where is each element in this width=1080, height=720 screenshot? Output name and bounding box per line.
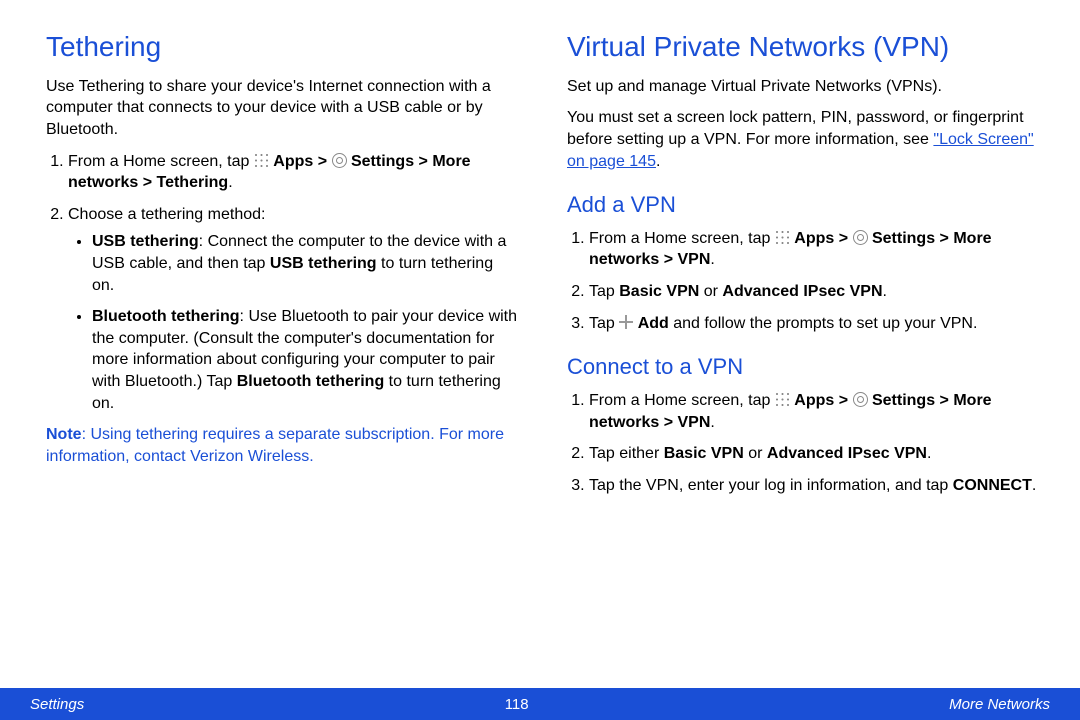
text: . xyxy=(656,153,660,170)
settings-gear-icon xyxy=(332,153,347,168)
text: Tap the VPN, enter your log in informati… xyxy=(589,477,953,494)
apps-grid-icon xyxy=(775,392,790,407)
text-bold: Advanced IPsec VPN xyxy=(767,445,927,462)
heading-add-vpn: Add a VPN xyxy=(567,190,1040,220)
text: Tap either xyxy=(589,445,664,462)
tethering-step-1: From a Home screen, tap Apps > Settings … xyxy=(68,151,519,194)
connect-vpn-step-3: Tap the VPN, enter your log in informati… xyxy=(589,475,1040,497)
bluetooth-tethering-label: Bluetooth tethering xyxy=(92,308,240,325)
text: Tap xyxy=(589,283,619,300)
page-body: Tethering Use Tethering to share your de… xyxy=(0,0,1080,688)
add-vpn-step-1: From a Home screen, tap Apps > Settings … xyxy=(589,228,1040,271)
page-footer: Settings 118 More Networks xyxy=(0,688,1080,720)
period: . xyxy=(883,283,887,300)
tethering-methods: USB tethering: Connect the computer to t… xyxy=(68,231,519,414)
heading-connect-vpn: Connect to a VPN xyxy=(567,352,1040,382)
add-vpn-step-3: Tap Add and follow the prompts to set up… xyxy=(589,313,1040,335)
text: Choose a tethering method: xyxy=(68,206,265,223)
text: From a Home screen, tap xyxy=(589,392,775,409)
note-label: Note xyxy=(46,426,82,443)
add-label: Add xyxy=(638,315,669,332)
usb-tethering-label: USB tethering xyxy=(92,233,199,250)
apps-label: Apps > xyxy=(794,230,852,247)
plus-icon xyxy=(619,315,633,329)
apps-label: Apps > xyxy=(794,392,852,409)
apps-grid-icon xyxy=(254,153,269,168)
period: . xyxy=(1032,477,1036,494)
vpn-intro-1: Set up and manage Virtual Private Networ… xyxy=(567,76,1040,98)
left-column: Tethering Use Tethering to share your de… xyxy=(46,28,519,670)
text: and follow the prompts to set up your VP… xyxy=(669,315,978,332)
settings-gear-icon xyxy=(853,392,868,407)
heading-vpn: Virtual Private Networks (VPN) xyxy=(567,28,1040,66)
heading-tethering: Tethering xyxy=(46,28,519,66)
text: Tap xyxy=(589,315,619,332)
connect-vpn-steps: From a Home screen, tap Apps > Settings … xyxy=(567,390,1040,496)
period: . xyxy=(927,445,931,462)
tethering-step-2: Choose a tethering method: USB tethering… xyxy=(68,204,519,414)
connect-vpn-step-1: From a Home screen, tap Apps > Settings … xyxy=(589,390,1040,433)
bluetooth-tethering-item: Bluetooth tethering: Use Bluetooth to pa… xyxy=(92,306,519,414)
apps-grid-icon xyxy=(775,230,790,245)
text: or xyxy=(699,283,722,300)
text-bold: Advanced IPsec VPN xyxy=(722,283,882,300)
right-column: Virtual Private Networks (VPN) Set up an… xyxy=(567,28,1040,670)
period: . xyxy=(710,414,714,431)
settings-gear-icon xyxy=(853,230,868,245)
footer-left: Settings xyxy=(30,696,84,713)
tethering-note: Note: Using tethering requires a separat… xyxy=(46,424,519,467)
period: . xyxy=(710,251,714,268)
connect-label: CONNECT xyxy=(953,477,1032,494)
note-body: : Using tethering requires a separate su… xyxy=(46,426,504,465)
vpn-intro-2: You must set a screen lock pattern, PIN,… xyxy=(567,107,1040,172)
add-vpn-steps: From a Home screen, tap Apps > Settings … xyxy=(567,228,1040,334)
text: or xyxy=(744,445,767,462)
usb-tethering-item: USB tethering: Connect the computer to t… xyxy=(92,231,519,296)
text: From a Home screen, tap xyxy=(68,153,254,170)
connect-vpn-step-2: Tap either Basic VPN or Advanced IPsec V… xyxy=(589,443,1040,465)
footer-page-number: 118 xyxy=(505,696,529,713)
text-bold: Bluetooth tethering xyxy=(237,373,385,390)
add-vpn-step-2: Tap Basic VPN or Advanced IPsec VPN. xyxy=(589,281,1040,303)
tethering-steps: From a Home screen, tap Apps > Settings … xyxy=(46,151,519,415)
text: From a Home screen, tap xyxy=(589,230,775,247)
text-bold: Basic VPN xyxy=(664,445,744,462)
tethering-intro: Use Tethering to share your device's Int… xyxy=(46,76,519,141)
text-bold: Basic VPN xyxy=(619,283,699,300)
text-bold: USB tethering xyxy=(270,255,377,272)
footer-right: More Networks xyxy=(949,696,1050,713)
apps-label: Apps > xyxy=(273,153,331,170)
period: . xyxy=(228,174,232,191)
